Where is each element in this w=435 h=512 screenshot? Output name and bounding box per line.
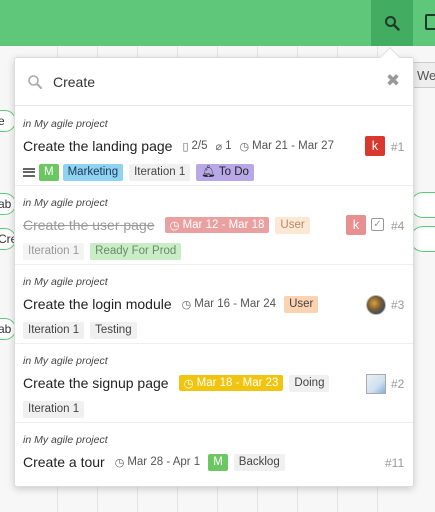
task-title[interactable]: Create the landing page	[23, 138, 172, 154]
calendar-icon[interactable]	[425, 14, 435, 30]
status-chip: Ready For Prod	[90, 242, 182, 260]
search-dropdown: ✖ in My agile project Create the landing…	[14, 57, 414, 487]
status-chip: 🔔︎ To Do	[196, 163, 254, 181]
search-result-item[interactable]: in My agile project Create the user page…	[15, 186, 413, 265]
member-badge: M	[208, 453, 228, 471]
status-text: To Do	[218, 165, 249, 178]
date-text: Mar 18 - Mar 23	[196, 377, 279, 389]
search-result-item[interactable]: in My agile project Create the login mod…	[15, 265, 413, 344]
checklist-icon: ▯	[182, 140, 189, 153]
avatar[interactable]	[366, 295, 386, 315]
search-icon	[385, 16, 400, 31]
search-result-item[interactable]: in My agile project Create the signup pa…	[15, 344, 413, 423]
task-title[interactable]: Create the signup page	[23, 375, 169, 391]
task-title[interactable]: Create the login module	[23, 296, 172, 312]
clock-icon: ◷	[181, 298, 192, 311]
date-range: ◷ Mar 16 - Mar 24	[182, 298, 276, 311]
date-range: ◷ Mar 21 - Mar 27	[240, 140, 334, 153]
clock-icon: ◷	[183, 378, 194, 390]
member-badge: M	[39, 163, 59, 181]
task-title[interactable]: Create a tour	[23, 454, 105, 470]
search-result-item[interactable]: in My agile project Create the landing p…	[15, 107, 413, 186]
date-range: ◷ Mar 12 - Mar 18	[164, 217, 270, 233]
search-button[interactable]	[371, 0, 413, 46]
status-chip: Backlog	[233, 453, 285, 471]
status-chip: Testing	[90, 321, 137, 339]
iteration-chip: Iteration 1	[23, 321, 85, 339]
search-result-item[interactable]: in My agile project Create a tour ◷ Mar 2…	[15, 423, 413, 486]
top-navigation-bar	[0, 0, 435, 46]
description-icon	[23, 167, 35, 177]
date-range: ◷ Mar 28 - Apr 1	[115, 456, 200, 469]
paperclip-icon: ⌀	[215, 140, 223, 153]
project-label: in My agile project	[23, 118, 108, 130]
clock-icon: ◷	[114, 456, 125, 469]
date-text: Mar 28 - Apr 1	[127, 456, 201, 468]
type-chip: User	[275, 216, 310, 234]
close-icon[interactable]: ✖	[385, 72, 401, 90]
task-number: #11	[385, 456, 405, 470]
project-label: in My agile project	[23, 355, 108, 367]
checklist-count: 2/5	[191, 140, 208, 152]
date-range: ◷ Mar 18 - Mar 23	[178, 375, 284, 391]
search-icon	[28, 75, 42, 89]
search-input[interactable]	[53, 70, 373, 94]
clock-icon: ◷	[169, 220, 180, 232]
iteration-chip: Iteration 1	[23, 242, 85, 260]
iteration-chip: Iteration 1	[23, 400, 85, 418]
week-view-tab[interactable]: We	[413, 62, 435, 88]
date-text: Mar 21 - Mar 27	[252, 140, 334, 152]
task-title[interactable]: Create the user page	[23, 217, 155, 233]
avatar[interactable]	[366, 374, 386, 394]
label-chip: Marketing	[62, 163, 124, 181]
status-chip: Doing	[289, 374, 330, 392]
search-bar: ✖	[15, 58, 413, 106]
attachment-count: 1	[225, 140, 232, 152]
project-label: in My agile project	[23, 197, 108, 209]
attachment-meta: ⌀ 1	[216, 140, 232, 153]
iteration-chip: Iteration 1	[129, 163, 191, 181]
clock-icon: ◷	[239, 140, 250, 153]
date-text: Mar 16 - Mar 24	[194, 298, 277, 310]
checklist-meta: ▯ 2/5	[182, 140, 207, 153]
task-number: #2	[391, 377, 405, 391]
checkbox-icon[interactable]: ✓	[371, 218, 384, 231]
date-text: Mar 12 - Mar 18	[182, 219, 265, 231]
task-number: #1	[391, 140, 405, 154]
avatar[interactable]: k	[365, 136, 385, 156]
bell-icon: 🔔︎	[201, 165, 216, 178]
type-chip: User	[284, 295, 319, 313]
project-label: in My agile project	[23, 276, 108, 288]
task-number: #3	[391, 298, 405, 312]
project-label: in My agile project	[23, 434, 108, 446]
avatar[interactable]: k	[346, 215, 366, 235]
task-number: #4	[391, 219, 405, 233]
